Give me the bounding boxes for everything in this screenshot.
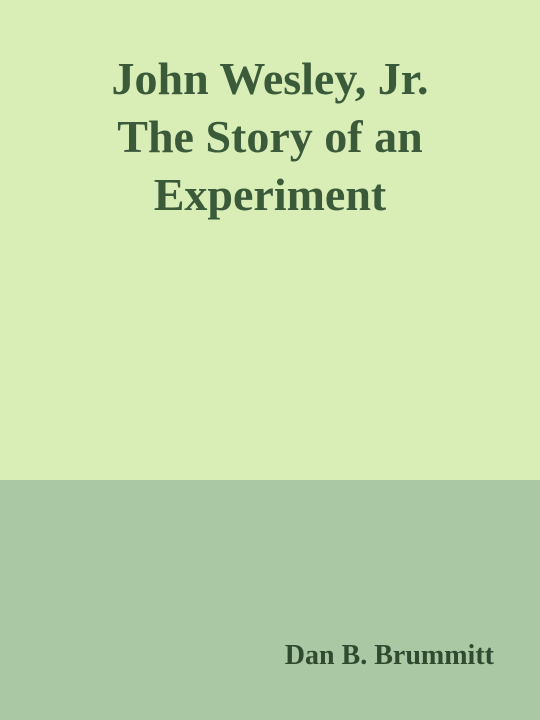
book-title: John Wesley, Jr. The Story of an Experim…: [30, 50, 510, 224]
title-line-3: Experiment: [153, 169, 387, 220]
author-band: Dan B. Brummitt: [0, 480, 540, 720]
title-line-1: John Wesley, Jr.: [111, 53, 429, 104]
book-cover: John Wesley, Jr. The Story of an Experim…: [0, 0, 540, 720]
book-author: Dan B. Brummitt: [284, 640, 494, 671]
title-line-2: The Story of an: [117, 111, 423, 162]
